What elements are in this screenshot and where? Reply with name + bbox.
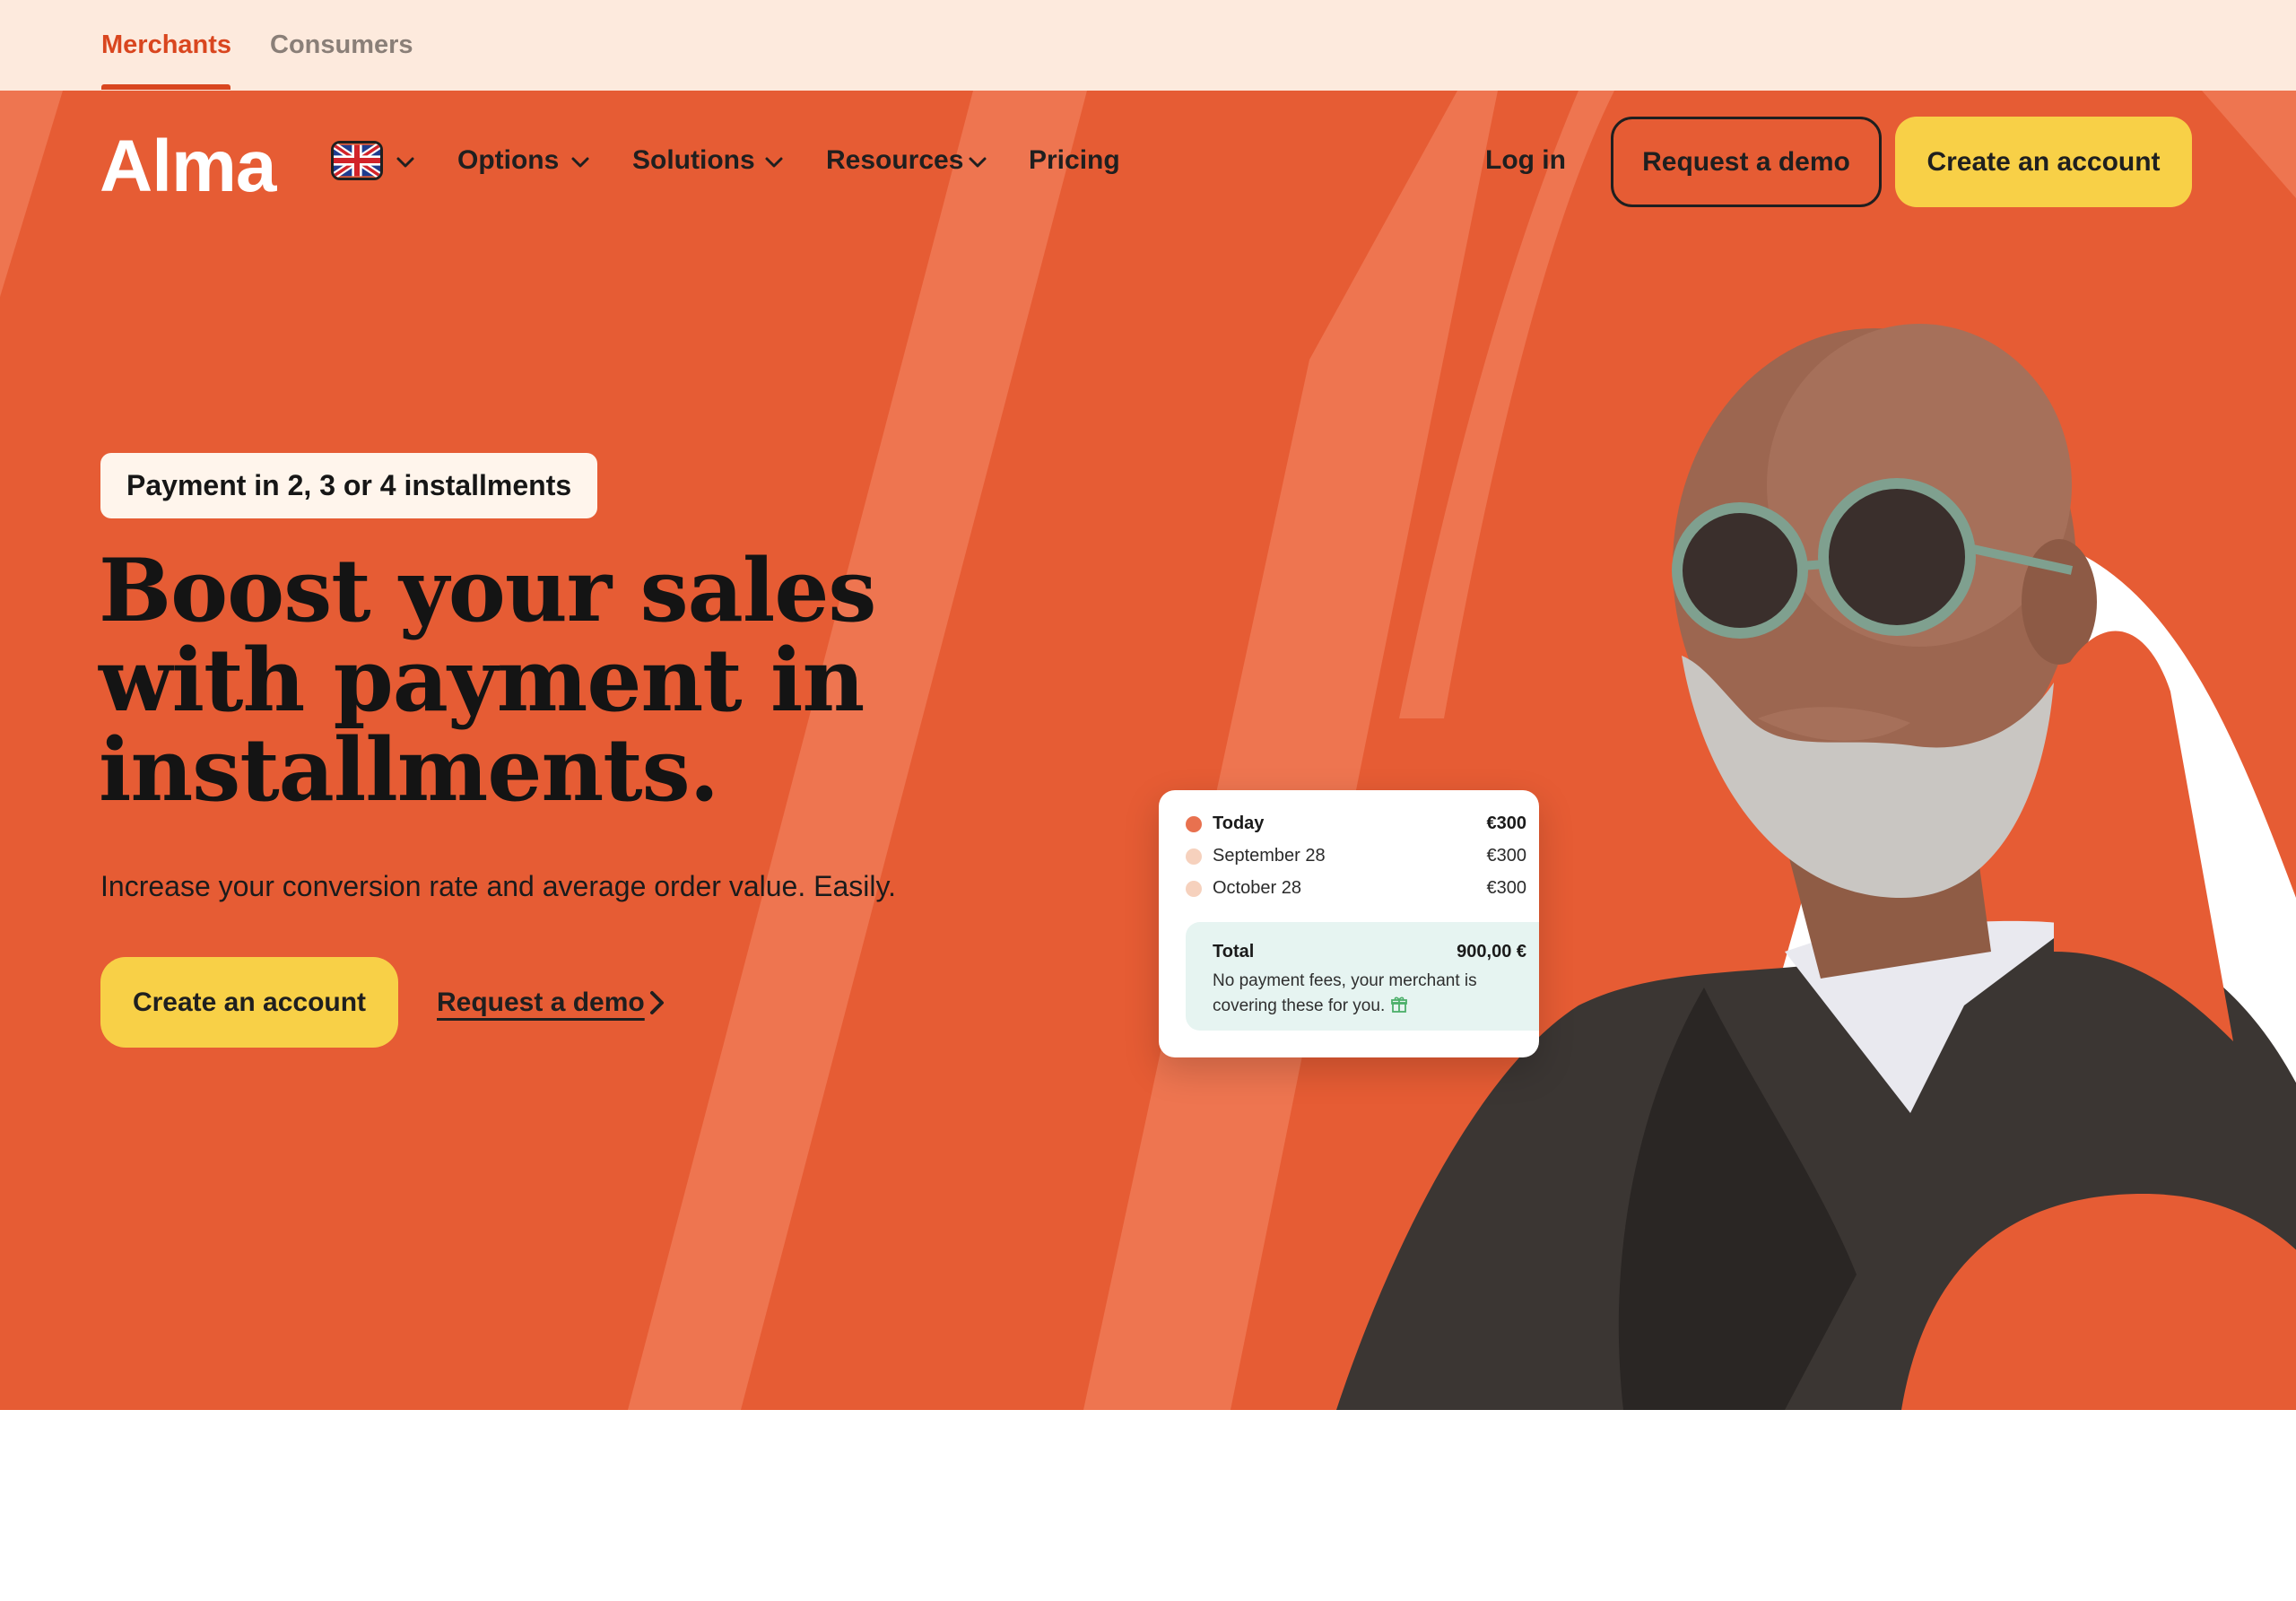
status-dot [1186,816,1202,832]
alma-logo[interactable]: Alma [100,130,277,204]
schedule-row: September 28 €300 [1186,842,1526,871]
login-link[interactable]: Log in [1485,145,1566,176]
schedule-amount: €300 [1486,878,1527,898]
audience-bar: Merchants Consumers [0,0,2296,91]
nav-solutions[interactable]: Solutions [632,145,755,176]
schedule-date: October 28 [1213,878,1301,898]
tab-consumers[interactable]: Consumers [270,30,413,60]
request-demo-button[interactable]: Request a demo [1611,117,1882,207]
installments-badge: Payment in 2, 3 or 4 installments [100,453,598,518]
nav-resources[interactable]: Resources [826,145,963,176]
schedule-date: September 28 [1213,846,1326,866]
create-account-button[interactable]: Create an account [1895,117,2192,207]
chevron-down-icon[interactable] [570,156,590,169]
schedule-row: October 28 €300 [1186,874,1526,903]
status-dot [1186,848,1202,865]
schedule-amount: €300 [1486,814,1527,833]
nav-options[interactable]: Options [457,145,559,176]
schedule-date: Today [1213,814,1265,833]
total-amount: 900,00 € [1457,942,1526,961]
fee-note: No payment fees, your merchant is coveri… [1213,969,1509,1019]
hero-section: Alma Options Solutions Resources Pricing… [0,91,2296,1410]
hero-request-demo-link[interactable]: Request a demo [437,988,645,1018]
payment-schedule-card: Today €300 September 28 €300 October 28 … [1159,790,1539,1057]
schedule-row: Today €300 [1186,810,1526,839]
total-label: Total [1213,942,1255,961]
tab-merchants[interactable]: Merchants [101,30,231,60]
active-tab-indicator [101,84,230,90]
nav-pricing[interactable]: Pricing [1029,145,1120,176]
gift-icon [1391,996,1408,1013]
chevron-down-icon[interactable] [764,156,784,169]
total-summary: Total 900,00 € No payment fees, your mer… [1186,922,1539,1031]
status-dot [1186,881,1202,897]
hero-headline: Boost your sales with payment in install… [99,540,876,821]
uk-flag-icon[interactable] [331,141,383,180]
chevron-down-icon[interactable] [968,156,987,169]
chevron-down-icon[interactable] [396,156,415,169]
chevron-right-icon[interactable] [648,988,667,1017]
fee-note-text: No payment fees, your merchant is coveri… [1213,971,1477,1015]
hero-create-account-button[interactable]: Create an account [100,957,398,1048]
hero-subline: Increase your conversion rate and averag… [100,870,896,902]
schedule-amount: €300 [1486,846,1527,866]
